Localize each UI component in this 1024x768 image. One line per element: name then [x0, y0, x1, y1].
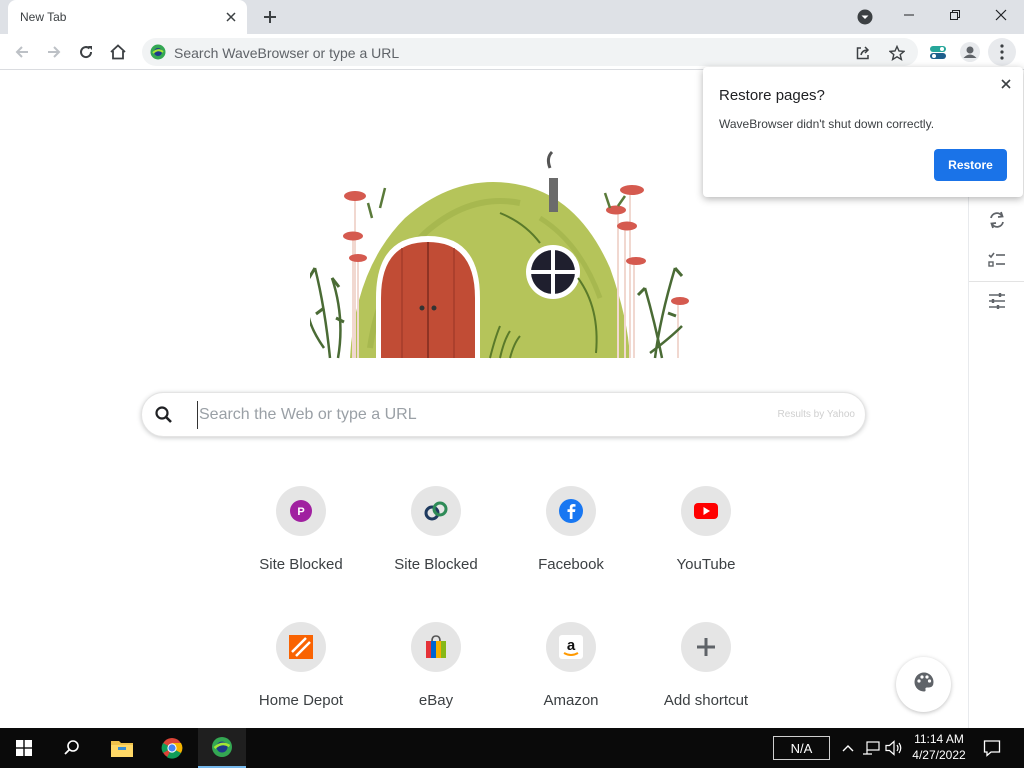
- tab-close-icon[interactable]: [221, 7, 241, 27]
- minimize-icon[interactable]: [886, 0, 932, 30]
- dialog-close-icon[interactable]: [997, 75, 1015, 93]
- shortcut-label: YouTube: [676, 556, 736, 573]
- reload-icon[interactable]: [72, 38, 100, 66]
- palette-icon: [913, 671, 935, 698]
- sync-icon[interactable]: [983, 206, 1011, 234]
- shortcut-site-blocked-1[interactable]: P Site Blocked: [245, 486, 357, 596]
- shortcut-label: Add shortcut: [663, 692, 749, 709]
- back-icon[interactable]: [8, 38, 36, 66]
- restore-window-icon[interactable]: [932, 0, 978, 30]
- dialog-message: WaveBrowser didn't shut down correctly.: [719, 117, 935, 131]
- language-indicator[interactable]: N/A: [773, 736, 830, 760]
- shortcut-label: Amazon: [543, 692, 599, 709]
- search-input[interactable]: [197, 401, 757, 429]
- hobbit-house-illustration: [306, 148, 700, 362]
- shortcut-label: Home Depot: [258, 692, 344, 709]
- shortcut-label: Site Blocked: [394, 556, 478, 573]
- wavebrowser-logo-icon: [150, 44, 166, 60]
- customize-button[interactable]: [896, 657, 951, 712]
- link-icon: [411, 486, 461, 536]
- bookmark-star-icon[interactable]: [886, 42, 908, 64]
- windows-start-icon[interactable]: [0, 728, 48, 768]
- tab-strip: New Tab: [0, 0, 1024, 34]
- settings-sliders-icon[interactable]: [983, 287, 1011, 315]
- wavebrowser-taskbar-icon[interactable]: [198, 728, 246, 768]
- tray-chevron-up-icon[interactable]: [838, 738, 858, 758]
- shortcut-amazon[interactable]: a Amazon: [515, 622, 627, 732]
- close-window-icon[interactable]: [978, 0, 1024, 30]
- restore-pages-dialog: Restore pages? WaveBrowser didn't shut d…: [703, 67, 1023, 197]
- omnibox-placeholder: Search WaveBrowser or type a URL: [174, 45, 400, 61]
- restore-button[interactable]: Restore: [934, 149, 1007, 181]
- facebook-icon: [546, 486, 596, 536]
- shortcut-label: Site Blocked: [259, 556, 343, 573]
- tab-new-tab[interactable]: New Tab: [8, 0, 247, 34]
- plus-icon: [681, 622, 731, 672]
- toolbar: Search WaveBrowser or type a URL: [0, 34, 1024, 70]
- svg-text:a: a: [567, 637, 576, 654]
- checklist-icon[interactable]: [983, 246, 1011, 274]
- side-panel-divider: [969, 281, 1024, 282]
- windows-taskbar: N/A 11:14 AM 4/27/2022: [0, 728, 1024, 768]
- home-icon[interactable]: [104, 38, 132, 66]
- shortcut-site-blocked-2[interactable]: Site Blocked: [380, 486, 492, 596]
- shortcut-home-depot[interactable]: Home Depot: [245, 622, 357, 732]
- omnibox[interactable]: Search WaveBrowser or type a URL: [142, 38, 918, 66]
- search-bar[interactable]: Results by Yahoo: [141, 392, 866, 437]
- forward-icon[interactable]: [40, 38, 68, 66]
- results-by-yahoo: Results by Yahoo: [777, 409, 855, 420]
- extensions-icon[interactable]: [924, 38, 952, 66]
- shortcut-youtube[interactable]: YouTube: [650, 486, 762, 596]
- network-icon[interactable]: [861, 738, 881, 758]
- shortcut-label: Facebook: [538, 556, 604, 573]
- shortcut-label: eBay: [418, 692, 454, 709]
- svg-text:P: P: [297, 506, 304, 518]
- shortcut-ebay[interactable]: eBay: [380, 622, 492, 732]
- new-tab-plus-icon[interactable]: [258, 5, 282, 29]
- youtube-icon: [681, 486, 731, 536]
- tab-search-chevron-icon[interactable]: [854, 6, 876, 28]
- search-icon[interactable]: [48, 728, 96, 768]
- chrome-icon[interactable]: [148, 728, 196, 768]
- clock-date: 4/27/2022: [912, 748, 966, 762]
- volume-icon[interactable]: [884, 738, 904, 758]
- add-shortcut-button[interactable]: Add shortcut: [650, 622, 762, 732]
- shortcut-facebook[interactable]: Facebook: [515, 486, 627, 596]
- amazon-icon: a: [546, 622, 596, 672]
- ebay-bag-icon: [411, 622, 461, 672]
- tab-title: New Tab: [20, 10, 67, 24]
- taskbar-clock[interactable]: 11:14 AM 4/27/2022: [906, 731, 972, 765]
- notifications-icon[interactable]: [982, 738, 1002, 758]
- dialog-title: Restore pages?: [719, 87, 825, 104]
- share-icon[interactable]: [852, 42, 874, 64]
- search-icon: [154, 405, 174, 425]
- menu-kebab-icon[interactable]: [988, 38, 1016, 66]
- clock-time: 11:14 AM: [914, 732, 964, 746]
- home-depot-icon: [276, 622, 326, 672]
- p-letter-icon: P: [276, 486, 326, 536]
- file-explorer-icon[interactable]: [98, 728, 146, 768]
- profile-avatar-icon[interactable]: [956, 38, 984, 66]
